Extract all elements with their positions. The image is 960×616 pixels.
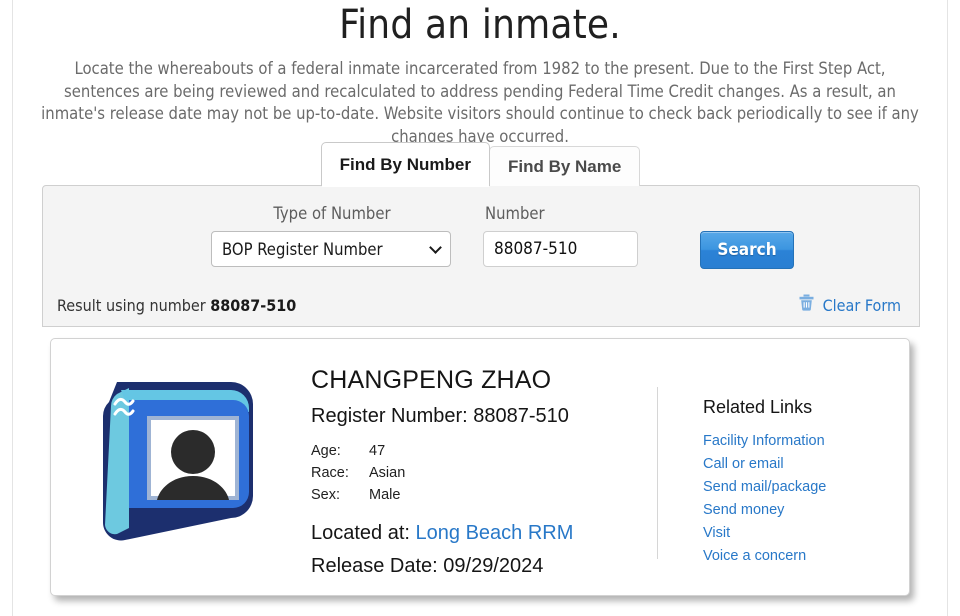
list-item: Call or email	[703, 455, 893, 473]
clear-form-label: Clear Form	[822, 295, 901, 315]
attribute-value-age: 47	[369, 443, 386, 459]
search-button[interactable]: Search	[700, 231, 794, 269]
table-row: Age: 47	[311, 442, 405, 464]
type-of-number-select[interactable]: BOP Register Number	[211, 231, 451, 267]
related-links-list: Facility Information Call or email Send …	[703, 432, 893, 565]
related-link-visit[interactable]: Visit	[703, 525, 730, 541]
type-of-number-label: Type of Number	[273, 204, 391, 223]
result-using-number-text: Result using number 88087-510	[57, 296, 296, 315]
attribute-key-race: Race:	[311, 465, 349, 481]
photo-placeholder-icon	[81, 372, 261, 552]
chevron-down-icon	[429, 241, 442, 254]
page-intro-text: Locate the whereabouts of a federal inma…	[41, 59, 919, 146]
attribute-key-sex: Sex:	[311, 487, 341, 503]
related-link-send-money[interactable]: Send money	[703, 502, 784, 518]
list-item: Voice a concern	[703, 547, 893, 565]
related-link-send-mail-package[interactable]: Send mail/package	[703, 479, 826, 495]
tab-find-by-name[interactable]: Find By Name	[488, 146, 641, 186]
list-item: Facility Information	[703, 432, 893, 450]
table-row: Race: Asian	[311, 464, 405, 486]
inmate-name: CHANGPENG ZHAO	[311, 366, 552, 394]
type-of-number-selected-value: BOP Register Number	[222, 239, 383, 259]
type-of-number-field: Type of Number BOP Register Number	[211, 204, 451, 267]
related-link-voice-a-concern[interactable]: Voice a concern	[703, 548, 806, 564]
tab-find-by-number-label: Find By Number	[339, 154, 471, 174]
related-link-facility-information[interactable]: Facility Information	[703, 433, 825, 449]
trash-icon	[799, 294, 814, 316]
related-links-panel: Related Links Facility Information Call …	[703, 396, 893, 570]
page-container-right-rule	[947, 0, 948, 616]
attribute-key-age: Age:	[311, 443, 341, 459]
find-inmate-page: Find an inmate. Locate the whereabouts o…	[0, 0, 960, 616]
list-item: Visit	[703, 524, 893, 542]
result-using-number-prefix: Result using number	[57, 296, 211, 315]
inmate-release-date: Release Date: 09/29/2024	[311, 555, 544, 577]
located-at-link[interactable]: Long Beach RRM	[416, 522, 574, 544]
tab-find-by-name-label: Find By Name	[507, 156, 622, 176]
attribute-value-sex: Male	[369, 487, 401, 503]
list-item: Send money	[703, 501, 893, 519]
inmate-attributes-table: Age: 47 Race: Asian Sex: Male	[311, 442, 405, 508]
table-row: Sex: Male	[311, 486, 405, 508]
inmate-details: CHANGPENG ZHAO Register Number: 88087-51…	[311, 365, 651, 578]
number-label: Number	[485, 204, 545, 223]
related-links-title: Related Links	[703, 397, 813, 417]
located-at-label: Located at:	[311, 522, 410, 544]
attribute-value-race: Asian	[369, 465, 406, 481]
tab-find-by-number[interactable]: Find By Number	[320, 142, 490, 187]
search-tabs: Find By Number Find By Name	[0, 142, 960, 187]
page-title: Find an inmate.	[339, 2, 621, 48]
inmate-result-card-inner: CHANGPENG ZHAO Register Number: 88087-51…	[51, 339, 909, 595]
clear-form-button[interactable]: Clear Form	[799, 294, 901, 316]
search-form-row: Type of Number BOP Register Number Numbe…	[43, 204, 919, 274]
card-vertical-divider	[657, 387, 658, 559]
search-panel: Type of Number BOP Register Number Numbe…	[42, 185, 920, 327]
inmate-located-at: Located at: Long Beach RRM	[311, 521, 651, 545]
related-link-call-or-email[interactable]: Call or email	[703, 456, 784, 472]
number-input[interactable]	[483, 231, 638, 267]
number-field: Number	[483, 204, 638, 267]
list-item: Send mail/package	[703, 478, 893, 496]
inmate-result-card: CHANGPENG ZHAO Register Number: 88087-51…	[50, 338, 910, 596]
page-container-left-rule	[12, 0, 13, 616]
result-using-number-value: 88087-510	[210, 296, 297, 315]
inmate-register-number: Register Number: 88087-510	[311, 405, 569, 427]
